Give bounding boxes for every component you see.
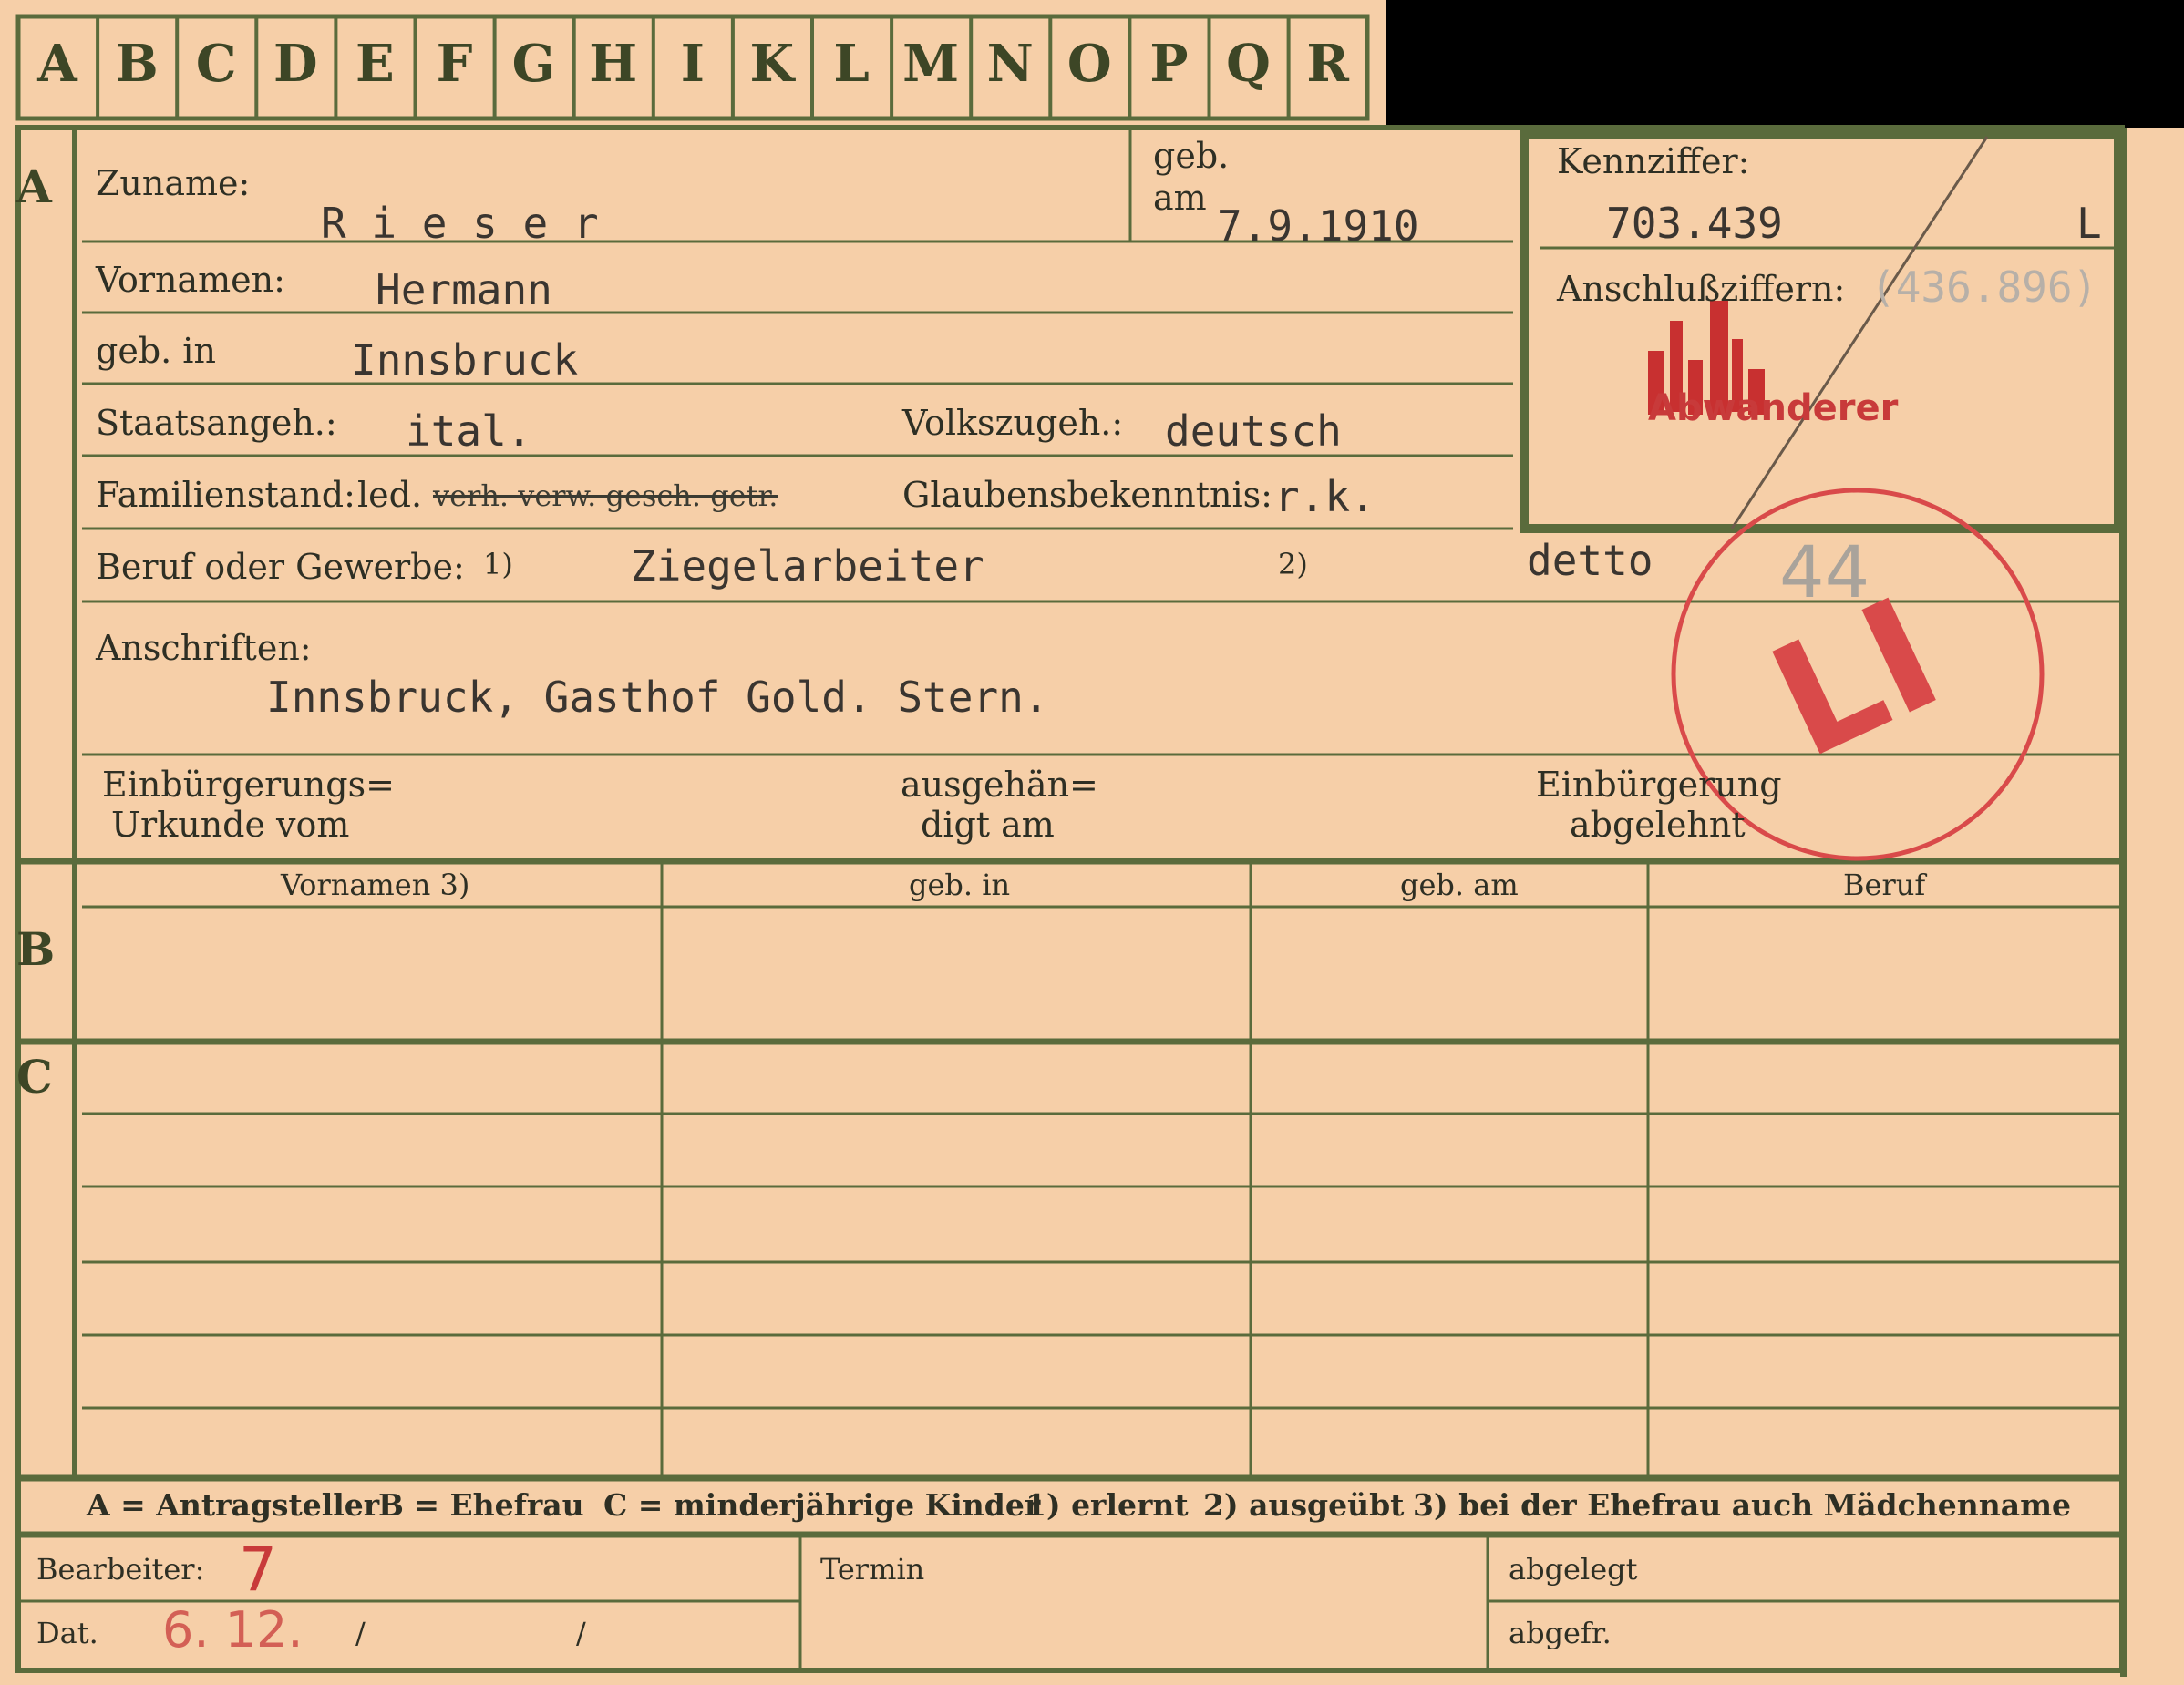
dat-label: Dat.	[36, 1616, 98, 1650]
staatsangeh-value: ital.	[406, 406, 532, 456]
tab-m[interactable]: M	[899, 27, 963, 100]
index-card: ABCDEFGHIKLMNOPQR A B C Zuname: R i e s …	[0, 0, 2184, 1685]
tab-i[interactable]: I	[661, 27, 725, 100]
abwanderer-stamp: Abwanderer	[1648, 387, 1899, 429]
volkszugeh-label: Volkszugeh.:	[902, 403, 1124, 443]
tab-k[interactable]: K	[740, 27, 804, 100]
geb-in-label: geb. in	[96, 331, 216, 371]
tab-g[interactable]: G	[502, 27, 566, 100]
staatsangeh-label: Staatsangeh.:	[96, 403, 337, 443]
glaubens-value: r.k.	[1274, 472, 1375, 521]
abgelehnt-label-2: abgelehnt	[1570, 805, 1746, 845]
volkszugeh-value: deutsch	[1165, 406, 1342, 456]
abgelegt-label: abgelegt	[1509, 1552, 1638, 1587]
beruf-label: Beruf oder Gewerbe:	[96, 547, 465, 587]
tab-e[interactable]: E	[343, 27, 407, 100]
geb-label-1: geb.	[1153, 136, 1230, 176]
anschluss-label: Anschlußziffern:	[1557, 269, 1846, 309]
einb-label-2: Urkunde vom	[111, 805, 350, 845]
dat-value: 6. 12.	[162, 1601, 304, 1659]
section-b-marker: B	[16, 922, 56, 976]
legend-b: B = Ehefrau	[378, 1487, 584, 1523]
legend-c: C = minderjährige Kinder	[603, 1487, 1041, 1523]
kennziffer-value: 703.439	[1606, 199, 1783, 248]
bearbeiter-value: 7	[239, 1535, 277, 1605]
familienstand-value: led.	[357, 475, 423, 515]
einb-label-1: Einbürgerungs=	[102, 765, 395, 805]
legend-n1: 1) erlernt	[1025, 1487, 1189, 1523]
geb-value: 7.9.1910	[1217, 201, 1419, 251]
tab-d[interactable]: D	[263, 27, 327, 100]
anschriften-label: Anschriften:	[96, 628, 312, 668]
tab-h[interactable]: H	[582, 27, 645, 100]
dat-slash-2: /	[576, 1616, 586, 1650]
abgefr-label: abgefr.	[1509, 1616, 1612, 1650]
tab-p[interactable]: P	[1137, 27, 1200, 100]
header-beruf: Beruf	[1843, 868, 1926, 902]
legend-a: A = Antragsteller	[87, 1487, 380, 1523]
tab-f[interactable]: F	[423, 27, 487, 100]
familienstand-struck: verh. verw. gesch. getr.	[433, 478, 778, 513]
ausgeh-label-1: ausgehän=	[901, 765, 1098, 805]
tab-l[interactable]: L	[819, 27, 883, 100]
tab-o[interactable]: O	[1057, 27, 1121, 100]
header-geb-am: geb. am	[1400, 868, 1519, 902]
header-vornamen: Vornamen 3)	[281, 868, 470, 902]
kennziffer-suffix: L	[2076, 199, 2102, 248]
abgelehnt-label-1: Einbürgerung	[1536, 765, 1782, 805]
tab-r[interactable]: R	[1296, 27, 1360, 100]
beruf-value2: detto	[1527, 536, 1653, 585]
tab-q[interactable]: Q	[1217, 27, 1281, 100]
anschluss-value: (436.896)	[1870, 262, 2098, 312]
familienstand-label: Familienstand:	[96, 475, 355, 515]
vornamen-label: Vornamen:	[96, 260, 285, 300]
kennziffer-label: Kennziffer:	[1557, 141, 1750, 181]
zuname-value: R i e s e r	[321, 199, 599, 248]
legend-n2: 2) ausgeübt	[1203, 1487, 1405, 1523]
header-geb-in: geb. in	[909, 868, 1011, 902]
section-c-marker: C	[16, 1050, 53, 1104]
bearbeiter-label: Bearbeiter:	[36, 1552, 205, 1587]
dat-slash-1: /	[355, 1616, 366, 1650]
tab-b[interactable]: B	[105, 27, 169, 100]
geb-label-2: am	[1153, 178, 1207, 218]
geb-in-value: Innsbruck	[351, 335, 579, 385]
termin-label: Termin	[820, 1552, 925, 1587]
anschriften-value: Innsbruck, Gasthof Gold. Stern.	[266, 673, 1049, 722]
tab-c[interactable]: C	[184, 27, 248, 100]
top-right-black	[1386, 0, 2184, 128]
section-a-marker: A	[16, 159, 52, 213]
beruf-sup1: 1)	[483, 547, 513, 581]
vornamen-value: Hermann	[376, 265, 552, 314]
beruf-value1: Ziegelarbeiter	[631, 541, 984, 591]
tab-n[interactable]: N	[978, 27, 1042, 100]
tab-a[interactable]: A	[26, 27, 89, 100]
ausgeh-label-2: digt am	[921, 805, 1055, 845]
legend-n3: 3) bei der Ehefrau auch Mädchenname	[1413, 1487, 2071, 1523]
zuname-label: Zuname:	[96, 163, 251, 203]
beruf-sup2: 2)	[1278, 547, 1308, 581]
glaubens-label: Glaubensbekenntnis:	[902, 475, 1272, 515]
